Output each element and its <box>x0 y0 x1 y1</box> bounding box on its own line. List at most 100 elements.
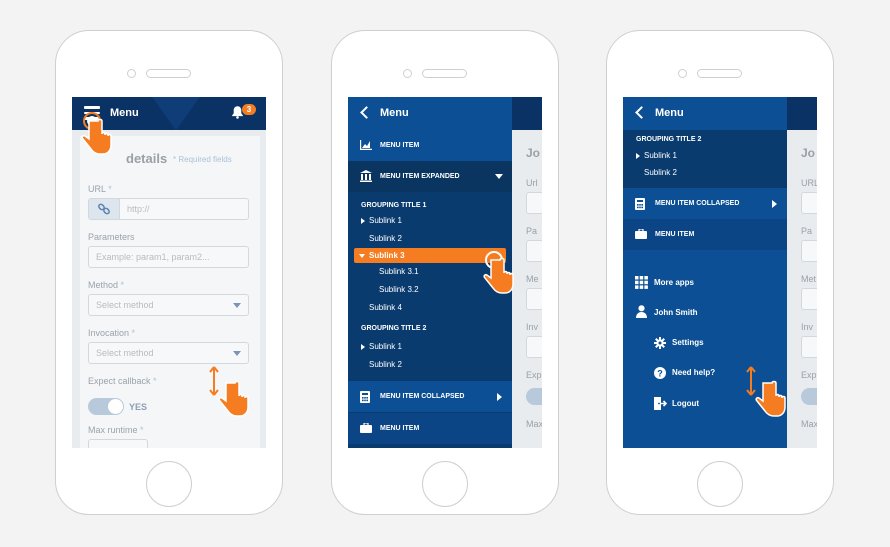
callback-toggle[interactable] <box>88 398 124 415</box>
grouping-title: GROUPING TITLE 2 <box>636 136 702 143</box>
camera-dot <box>127 69 136 78</box>
required-note: * Required fields <box>173 155 232 164</box>
bg-label: Max <box>526 419 542 429</box>
user-icon <box>636 305 647 318</box>
back-arrow-icon[interactable] <box>360 106 373 119</box>
user-name[interactable]: John Smith <box>654 308 698 317</box>
briefcase-icon <box>635 229 647 239</box>
callback-label: Expect callback * <box>88 376 157 386</box>
speaker-slot <box>422 69 467 78</box>
bg-label: Inv <box>526 322 539 332</box>
home-button[interactable] <box>422 461 468 507</box>
bg-label: Inv <box>801 322 814 332</box>
tap-hand-icon <box>81 112 112 155</box>
bg-field <box>801 336 817 358</box>
method-select[interactable]: Select method <box>88 294 249 316</box>
method-label: Method * <box>88 280 125 290</box>
bg-label: Met <box>801 274 817 284</box>
chevron-down-icon <box>359 254 365 258</box>
chevron-down-icon <box>233 303 241 308</box>
home-button[interactable] <box>697 461 743 507</box>
bg-field <box>526 336 542 358</box>
bg-label: Pa <box>526 226 538 236</box>
screen-form: Menu 3 details * Required fields URL * h… <box>72 97 266 448</box>
header-title: Menu <box>110 107 139 119</box>
apps-grid-icon <box>635 276 648 294</box>
bg-toggle <box>801 388 817 405</box>
bg-label: Exp <box>801 370 817 380</box>
phone-frame-2: Jo Url Pa Me Inv Exp Max Menu MENU ITEM <box>331 30 559 515</box>
header-overlap <box>512 97 542 130</box>
notification-badge: 3 <box>242 104 256 115</box>
back-arrow-icon[interactable] <box>635 106 648 119</box>
briefcase-icon <box>360 423 372 433</box>
bg-title: Jo <box>526 146 541 160</box>
sublink[interactable]: Sublink 2 <box>369 234 402 243</box>
screen-menu-expanded: Jo Url Pa Me Inv Exp Max Menu MENU ITEM <box>348 97 542 448</box>
chevron-right-icon <box>636 153 640 159</box>
bg-field <box>801 192 817 214</box>
scroll-hand-icon <box>746 366 786 417</box>
sublink[interactable]: Sublink 2 <box>644 168 677 177</box>
runtime-input[interactable] <box>88 439 148 448</box>
chevron-right-icon <box>361 218 365 224</box>
menu-item[interactable]: MENU ITEM <box>348 130 512 161</box>
bg-title: Jo <box>801 146 816 160</box>
bg-field <box>801 240 817 262</box>
invocation-select[interactable]: Select method <box>88 342 249 364</box>
settings-link[interactable]: Settings <box>672 338 704 347</box>
runtime-label: Max runtime * <box>88 425 144 435</box>
chevron-right-icon <box>361 344 365 350</box>
chevron-right-icon <box>772 200 777 208</box>
menu-item-collapsed[interactable]: MENU ITEM COLLAPSED <box>348 381 512 412</box>
help-link[interactable]: Need help? <box>672 368 715 377</box>
speaker-slot <box>146 69 191 78</box>
tap-hand-icon <box>483 251 514 294</box>
menu-item-expanded[interactable]: MENU ITEM EXPANDED <box>348 161 512 192</box>
grouping-title: GROUPING TITLE 2 <box>361 325 427 332</box>
grouping-title: GROUPING TITLE 1 <box>361 202 427 209</box>
sublink[interactable]: Sublink 3.2 <box>379 285 419 294</box>
sublink[interactable]: Sublink 4 <box>369 303 402 312</box>
header-overlap <box>787 97 817 130</box>
svg-text:?: ? <box>657 369 663 379</box>
chevron-right-icon <box>497 393 502 401</box>
scroll-hand-icon <box>209 366 249 417</box>
form-title: details <box>126 151 168 166</box>
menu-header: Menu <box>348 97 512 130</box>
parameters-input[interactable]: Example: param1, param2... <box>88 246 249 268</box>
menu-title: Menu <box>380 107 409 119</box>
home-button[interactable] <box>146 461 192 507</box>
menu-item[interactable]: MENU ITEM <box>348 413 512 444</box>
url-input[interactable]: http:// <box>88 198 249 220</box>
toggle-state-label: YES <box>129 402 148 412</box>
bg-label: Url <box>526 178 538 188</box>
menu-item-collapsed[interactable]: MENU ITEM COLLAPSED <box>623 188 787 219</box>
chart-icon <box>360 140 372 150</box>
sublink[interactable]: Sublink 3.1 <box>379 267 419 276</box>
bg-toggle <box>526 388 542 405</box>
link-icon <box>89 199 120 219</box>
screen-menu-scrolled: Jo URL Pa Met Inv Exp Max Menu GROUPING … <box>623 97 817 448</box>
phone-frame-3: Jo URL Pa Met Inv Exp Max Menu GROUPING … <box>606 30 834 515</box>
menu-header: Menu <box>623 97 787 130</box>
logout-link[interactable]: Logout <box>672 399 699 408</box>
more-apps-link[interactable]: More apps <box>654 278 694 287</box>
menu-item[interactable]: MENU ITEM <box>623 219 787 250</box>
sublink[interactable]: Sublink 1 <box>369 342 402 351</box>
help-icon: ? <box>654 367 666 379</box>
camera-dot <box>403 69 412 78</box>
bg-label: Max <box>801 419 817 429</box>
phone-frame-1: Menu 3 details * Required fields URL * h… <box>55 30 283 515</box>
bg-field <box>801 288 817 310</box>
bank-icon <box>360 170 372 182</box>
chevron-down-icon <box>233 351 241 356</box>
camera-dot <box>678 69 687 78</box>
sublink[interactable]: Sublink 1 <box>644 151 677 160</box>
menu-title: Menu <box>655 107 684 119</box>
bg-field <box>526 192 542 214</box>
sublink-active-label: Sublink 3 <box>369 251 405 260</box>
sublink[interactable]: Sublink 1 <box>369 216 402 225</box>
sublink[interactable]: Sublink 2 <box>369 360 402 369</box>
bg-field <box>526 240 542 262</box>
